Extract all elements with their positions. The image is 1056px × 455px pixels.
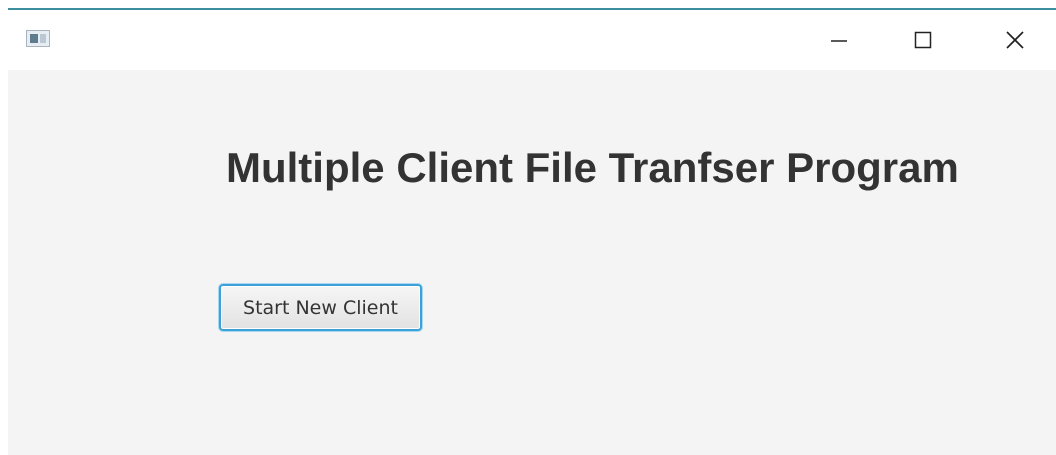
window-app-icon[interactable] <box>26 30 50 47</box>
application-window: Multiple Client File Tranfser Program St… <box>8 8 1056 455</box>
maximize-button[interactable] <box>900 10 946 70</box>
minimize-button[interactable] <box>816 10 862 70</box>
app-icon-right-pane <box>40 34 46 43</box>
close-button[interactable] <box>992 10 1038 70</box>
close-icon <box>1006 31 1024 49</box>
title-bar[interactable] <box>8 10 1056 70</box>
maximize-icon <box>914 31 932 49</box>
page-title: Multiple Client File Tranfser Program <box>226 144 959 191</box>
main-content-area: Multiple Client File Tranfser Program St… <box>8 70 1056 455</box>
minimize-icon <box>831 40 847 42</box>
start-new-client-button[interactable]: Start New Client <box>219 284 422 331</box>
app-icon-left-pane <box>30 34 38 43</box>
